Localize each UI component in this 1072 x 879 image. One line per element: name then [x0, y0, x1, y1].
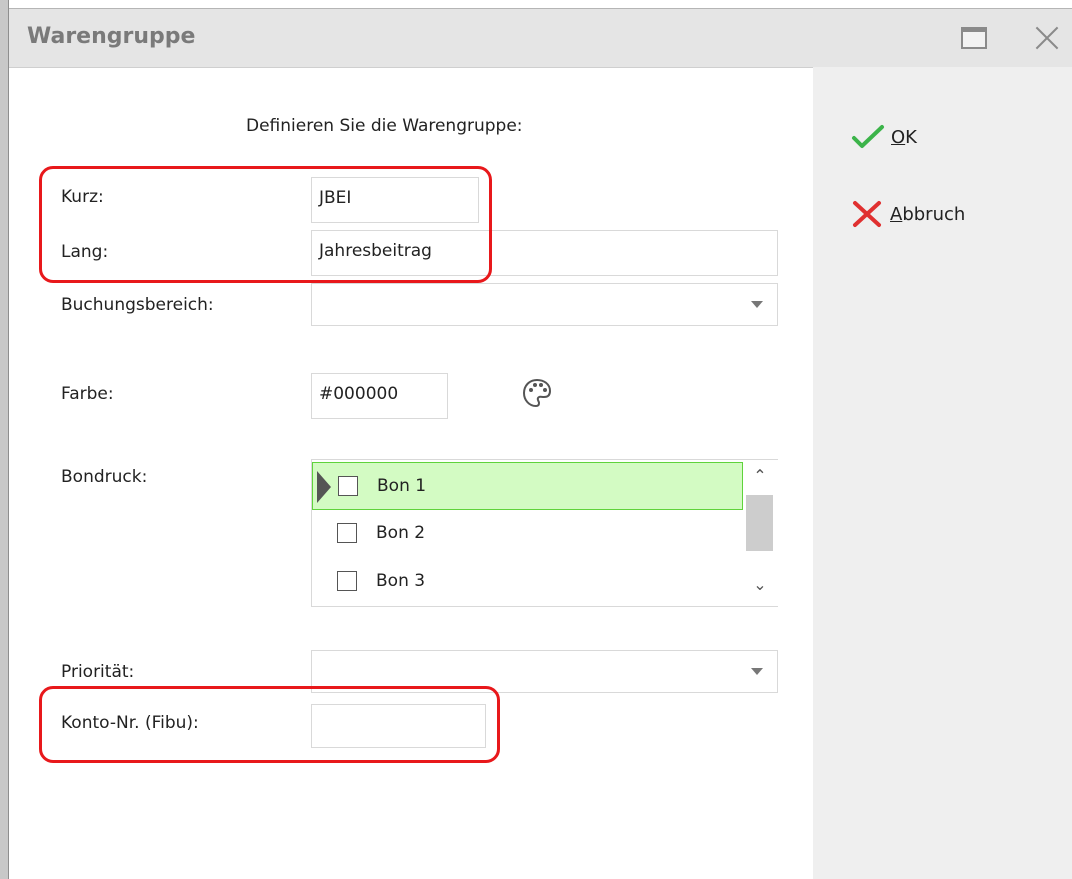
scroll-down-icon[interactable]: ⌄ [750, 575, 770, 595]
x-icon [853, 201, 881, 227]
konto-field[interactable] [311, 704, 486, 748]
farbe-field[interactable]: #000000 [311, 373, 448, 419]
bondruck-label: Bondruck: [61, 467, 148, 487]
palette-icon[interactable] [521, 377, 553, 409]
window-title: Warengruppe [27, 24, 196, 49]
close-icon[interactable] [1033, 24, 1061, 52]
bon-2-checkbox[interactable] [337, 523, 357, 543]
prioritaet-label: Priorität: [61, 662, 135, 682]
list-item-label: Bon 1 [377, 476, 427, 496]
title-bar[interactable]: Warengruppe [9, 8, 1072, 68]
window-top-strip [9, 0, 1072, 8]
ok-button[interactable]: OK [851, 124, 917, 150]
prioritaet-combobox[interactable] [311, 650, 778, 693]
list-item-label: Bon 2 [376, 523, 426, 543]
lang-field[interactable]: Jahresbeitrag [311, 230, 778, 276]
form-heading: Definieren Sie die Warengruppe: [246, 116, 523, 136]
konto-label: Konto-Nr. (Fibu): [61, 713, 199, 733]
bondruck-listbox[interactable]: Bon 1 Bon 2 Bon 3 ⌃ ⌄ [311, 459, 778, 607]
farbe-label: Farbe: [61, 384, 114, 404]
chevron-down-icon[interactable] [751, 301, 763, 308]
scroll-up-icon[interactable]: ⌃ [750, 466, 770, 486]
list-item-label: Bon 3 [376, 571, 426, 591]
buchungsbereich-label: Buchungsbereich: [61, 295, 214, 315]
cancel-label: Abbruch [890, 203, 966, 225]
kurz-label: Kurz: [61, 187, 104, 207]
bon-3-checkbox[interactable] [337, 571, 357, 591]
list-item[interactable]: Bon 3 [312, 558, 743, 606]
listbox-scrollbar[interactable]: ⌃ ⌄ [744, 460, 778, 606]
list-item[interactable]: Bon 1 [312, 462, 743, 510]
ok-label: OK [891, 126, 917, 148]
scroll-thumb[interactable] [746, 495, 773, 551]
buchungsbereich-combobox[interactable] [311, 283, 778, 326]
list-item[interactable]: Bon 2 [312, 510, 743, 558]
kurz-field[interactable]: JBEI [311, 177, 479, 223]
action-panel: OK Abbruch [813, 67, 1072, 879]
chevron-down-icon[interactable] [751, 668, 763, 675]
checkmark-icon [852, 125, 884, 148]
window-left-border [0, 0, 9, 879]
row-marker-icon [317, 471, 331, 503]
lang-label: Lang: [61, 242, 109, 262]
maximize-icon[interactable] [961, 27, 987, 49]
cancel-button[interactable]: Abbruch [852, 200, 965, 228]
bon-1-checkbox[interactable] [338, 476, 358, 496]
